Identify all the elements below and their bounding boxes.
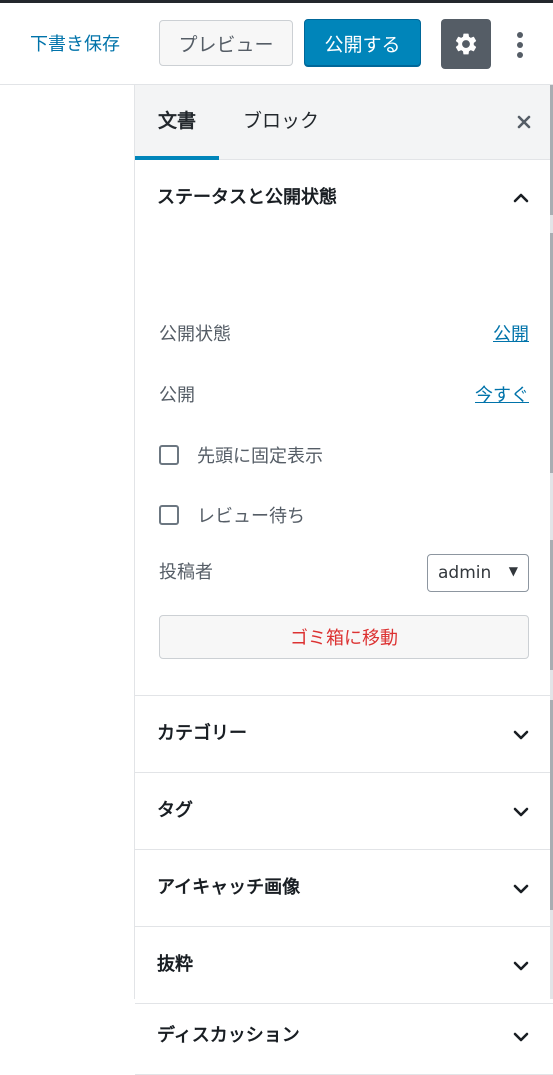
pending-review-checkbox-label: レビュー待ち: [197, 506, 305, 527]
panel-categories[interactable]: カテゴリー: [135, 696, 553, 773]
editor-header: 下書き保存 プレビュー 公開する: [0, 3, 553, 85]
panel-featured-image-title: アイキャッチ画像: [157, 877, 301, 898]
tab-block-label: ブロック: [242, 110, 319, 132]
tab-block[interactable]: ブロック: [231, 85, 331, 159]
sticky-checkbox-label: 先頭に固定表示: [197, 446, 323, 467]
panel-excerpt-title: 抜粋: [157, 954, 193, 975]
publish-date-link[interactable]: 今すぐ: [475, 381, 529, 407]
panel-excerpt[interactable]: 抜粋: [135, 927, 553, 1004]
publish-button[interactable]: 公開する: [304, 19, 421, 67]
close-sidebar-button[interactable]: [509, 107, 539, 137]
sticky-checkbox[interactable]: [159, 445, 179, 465]
author-select[interactable]: admin ▼: [427, 554, 529, 592]
chevron-down-icon: [513, 884, 529, 894]
chevron-down-icon: [513, 1032, 529, 1042]
gear-icon: [455, 33, 477, 55]
pending-review-checkbox-row[interactable]: レビュー待ち: [159, 500, 305, 530]
panel-tags[interactable]: タグ: [135, 773, 553, 850]
status-visibility-panel: ステータスと公開状態 公開状態 公開 公開 今すぐ 先頭に固定表示 レビュー待ち…: [135, 160, 553, 696]
sticky-checkbox-row[interactable]: 先頭に固定表示: [159, 440, 323, 470]
author-label: 投稿者: [159, 562, 213, 583]
visibility-label: 公開状態: [159, 324, 231, 345]
visibility-link[interactable]: 公開: [493, 320, 529, 346]
publish-label: 公開: [159, 385, 195, 406]
preview-button[interactable]: プレビュー: [159, 20, 293, 66]
panel-featured-image[interactable]: アイキャッチ画像: [135, 850, 553, 927]
panel-discussion-title: ディスカッション: [157, 1025, 300, 1046]
panel-tags-title: タグ: [157, 800, 193, 821]
panel-discussion[interactable]: ディスカッション: [135, 998, 553, 1075]
move-to-trash-button[interactable]: ゴミ箱に移動: [159, 615, 529, 659]
chevron-down-icon: [513, 807, 529, 817]
chevron-down-icon: [513, 961, 529, 971]
sidebar-tabs: 文書 ブロック: [135, 85, 553, 160]
chevron-down-icon: [513, 730, 529, 740]
close-icon: [517, 115, 531, 129]
more-vertical-icon: [517, 32, 523, 58]
dropdown-arrow-icon: ▼: [508, 564, 518, 578]
author-select-value: admin: [438, 563, 492, 583]
save-draft-button[interactable]: 下書き保存: [24, 30, 126, 60]
panel-categories-title: カテゴリー: [157, 723, 247, 744]
chevron-up-icon[interactable]: [511, 188, 531, 208]
tab-document-label: 文書: [157, 110, 196, 132]
more-menu-button[interactable]: [505, 25, 535, 65]
tab-document[interactable]: 文書: [135, 85, 219, 160]
settings-sidebar: 文書 ブロック ステータスと公開状態 公開状態 公開 公開 今すぐ 先頭に固定表…: [134, 85, 553, 1075]
pending-review-checkbox[interactable]: [159, 505, 179, 525]
status-panel-title[interactable]: ステータスと公開状態: [157, 183, 337, 213]
settings-button[interactable]: [441, 19, 491, 69]
